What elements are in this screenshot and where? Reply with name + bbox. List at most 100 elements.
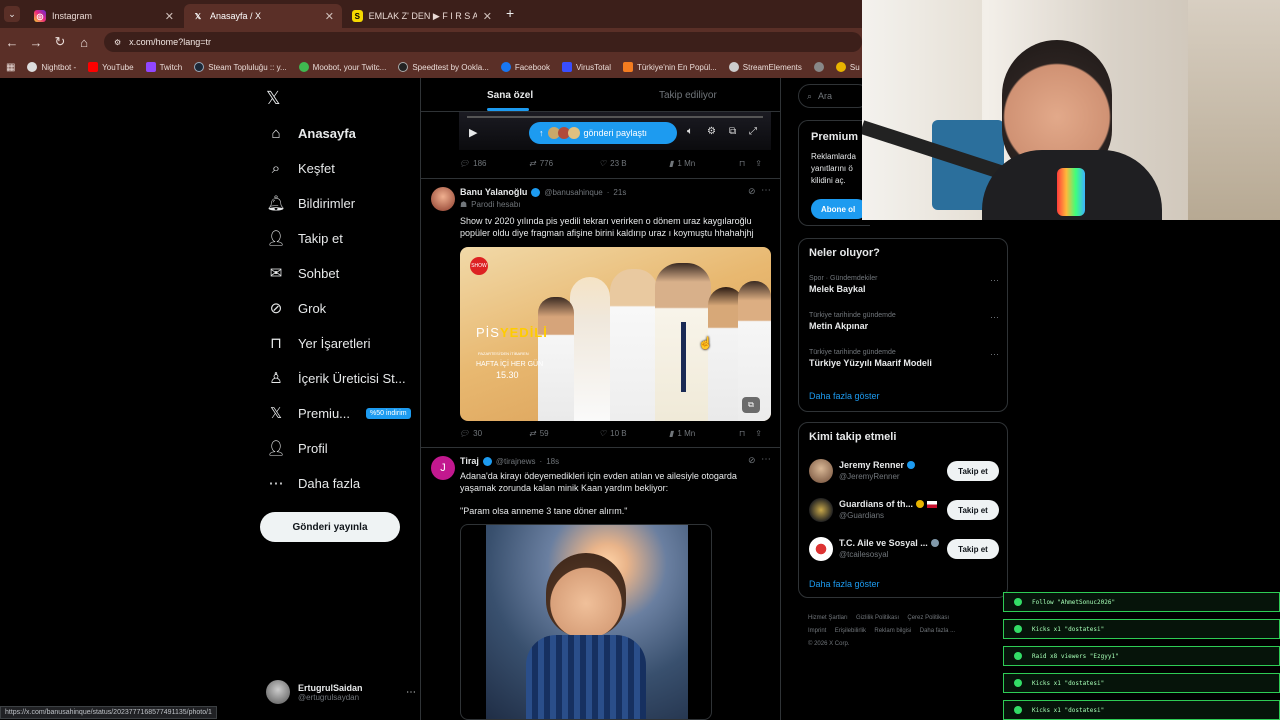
follow-button[interactable]: Takip et	[947, 500, 999, 520]
footer-link[interactable]: Daha fazla ...	[920, 628, 955, 634]
new-tab-button[interactable]: +	[506, 5, 514, 21]
share-icon[interactable]: ⇪	[755, 159, 762, 168]
suggestion-item[interactable]: T.C. Aile ve Sosyal ... @tcailesosyal Ta…	[809, 537, 999, 563]
back-icon[interactable]: ←	[0, 35, 24, 50]
site-info-icon[interactable]: ⚙	[114, 38, 121, 47]
grok-icon[interactable]: ⊘	[748, 186, 756, 197]
sidebar-item-follow[interactable]: 👤︎ Takip et	[266, 223, 342, 253]
like-button[interactable]: ♡ 23 B	[599, 159, 669, 168]
more-icon[interactable]: ⋯	[990, 349, 999, 360]
author-handle[interactable]: @banusahinque	[544, 188, 602, 197]
author-handle[interactable]: @tirajnews	[496, 457, 536, 466]
tab-emlak[interactable]: S EMLAK Z' DEN ▶ F I R S A T I ✕	[344, 4, 500, 28]
tab-for-you[interactable]: Sana özel	[487, 90, 533, 101]
sidebar-item-home[interactable]: ⌂ Anasayfa	[266, 118, 355, 148]
sidebar-item-grok[interactable]: ⊘ Grok	[266, 293, 326, 323]
bookmark-streamelements[interactable]: StreamElements	[728, 62, 802, 72]
bookmark-nightbot[interactable]: Nightbot -	[27, 62, 76, 72]
bookmark-turkiye[interactable]: Türkiye'nin En Popül...	[622, 62, 717, 72]
like-button[interactable]: ♡ 10 B	[599, 429, 669, 438]
footer-link[interactable]: Hizmet Şartları	[808, 615, 848, 621]
tweet-time[interactable]: 18s	[546, 457, 559, 466]
more-icon[interactable]: ⋯	[761, 185, 771, 196]
sidebar-item-notifications[interactable]: 🔔︎ Bildirimler	[266, 188, 355, 218]
tab-following[interactable]: Takip ediliyor	[659, 90, 717, 101]
views-button[interactable]: ▮ 1 Mn	[669, 429, 739, 438]
tweet-image[interactable]: SHOW PİSYEDİLİ PAZARTESİ'DEN İTİBAREN HA…	[460, 247, 771, 421]
new-posts-pill[interactable]: ↑ gönderi paylaştı	[529, 122, 677, 144]
bookmark-su[interactable]: Su	[835, 62, 860, 72]
bookmark-moobot[interactable]: Moobot, your Twitc...	[298, 62, 386, 72]
suggestion-item[interactable]: Jeremy Renner @JeremyRenner Takip et	[809, 459, 999, 485]
retweet-button[interactable]: ⇄ 776	[529, 159, 599, 168]
retweet-button[interactable]: ⇄ 59	[529, 429, 599, 438]
footer-link[interactable]: Imprint	[808, 628, 826, 634]
avatar[interactable]	[431, 187, 455, 211]
reply-button[interactable]: 💬︎ 30	[459, 429, 529, 438]
account-switcher[interactable]: ErtugrulSaidan @ertugrulsaydan ⋯	[266, 680, 416, 704]
sidebar-item-bookmarks[interactable]: ⊓ Yer İşaretleri	[266, 328, 370, 358]
reload-icon[interactable]: ↻	[48, 34, 72, 50]
tweet-video[interactable]	[460, 524, 712, 720]
home-icon[interactable]: ⌂	[72, 35, 96, 50]
image-edit-icon[interactable]: ⧉	[742, 397, 760, 413]
views-button[interactable]: ▮ 1 Mn	[669, 159, 739, 168]
follow-button[interactable]: Takip et	[947, 539, 999, 559]
author-name[interactable]: Tiraj	[460, 456, 479, 466]
show-more-link[interactable]: Daha fazla göster	[809, 579, 880, 589]
tweet-time[interactable]: 21s	[613, 188, 626, 197]
fullscreen-icon[interactable]: ⤢	[749, 126, 757, 137]
search-box[interactable]: ⌕ Ara	[798, 84, 870, 108]
share-icon[interactable]: ⇪	[755, 429, 762, 438]
more-icon[interactable]: ⋯	[990, 312, 999, 323]
bookmark-youtube[interactable]: YouTube	[88, 62, 134, 72]
x-logo-icon[interactable]: 𝕏	[266, 88, 281, 109]
pip-icon[interactable]: ⧉	[729, 126, 736, 137]
more-icon[interactable]: ⋯	[761, 454, 771, 465]
tab-x-home[interactable]: 𝕏 Anasayfa / X ✕	[184, 4, 342, 28]
play-icon[interactable]: ▶	[469, 126, 477, 139]
bookmark-globe[interactable]	[813, 62, 824, 72]
more-icon[interactable]: ⋯	[990, 275, 999, 286]
suggestion-item[interactable]: Guardians of th... @Guardians Takip et	[809, 498, 999, 524]
sidebar-item-more[interactable]: ⋯ Daha fazla	[266, 468, 361, 498]
settings-icon[interactable]: ⚙	[707, 126, 716, 137]
trend-item[interactable]: Türkiye tarihinde gündemde Metin Akpınar…	[809, 312, 999, 331]
video-progress-track[interactable]	[467, 116, 763, 118]
more-icon[interactable]: ⋯	[406, 687, 416, 698]
footer-link[interactable]: Reklam bilgisi	[874, 628, 911, 634]
avatar[interactable]: J	[431, 456, 455, 480]
close-icon[interactable]: ✕	[325, 10, 334, 23]
follow-button[interactable]: Takip et	[947, 461, 999, 481]
tab-instagram[interactable]: ◎ Instagram ✕	[26, 4, 182, 28]
reply-button[interactable]: 💬︎ 186	[459, 159, 529, 168]
bookmark-speedtest[interactable]: Speedtest by Ookla...	[398, 62, 489, 72]
bookmark-twitch[interactable]: Twitch	[145, 62, 182, 72]
bookmark-virustotal[interactable]: VirusTotal	[561, 62, 611, 72]
trend-item[interactable]: Spor · Gündemdekiler Melek Baykal ⋯	[809, 275, 999, 294]
bookmark-icon[interactable]: ⊓	[739, 429, 745, 438]
sidebar-item-explore[interactable]: ⌕ Keşfet	[266, 153, 335, 183]
bookmark-facebook[interactable]: Facebook	[500, 62, 550, 72]
sidebar-item-chat[interactable]: ✉ Sohbet	[266, 258, 340, 288]
sidebar-item-creator-studio[interactable]: ♙ İçerik Üreticisi St...	[266, 363, 405, 393]
show-more-link[interactable]: Daha fazla göster	[809, 391, 880, 401]
grok-icon[interactable]: ⊘	[748, 455, 756, 466]
address-bar[interactable]: ⚙ x.com/home?lang=tr	[104, 32, 862, 52]
footer-link[interactable]: Çerez Politikası	[907, 615, 949, 621]
post-button[interactable]: Gönderi yayınla	[260, 512, 400, 542]
volume-icon[interactable]: 🔈︎	[687, 126, 693, 137]
footer-link[interactable]: Gizlilik Politikası	[856, 615, 899, 621]
apps-icon[interactable]: ▦	[6, 62, 15, 73]
bookmark-steam[interactable]: Steam Topluluğu :: y...	[194, 62, 287, 72]
tab-search-button[interactable]: ⌄	[4, 6, 20, 22]
subscribe-button[interactable]: Abone ol	[811, 199, 867, 219]
author-name[interactable]: Banu Yalanoğlu	[460, 187, 527, 197]
sidebar-item-premium[interactable]: 𝕏 Premiu... %50 indirim	[266, 398, 411, 428]
close-icon[interactable]: ✕	[483, 10, 492, 23]
forward-icon[interactable]: →	[24, 35, 48, 50]
close-icon[interactable]: ✕	[165, 10, 174, 23]
footer-link[interactable]: Erişilebilirlik	[835, 628, 866, 634]
sidebar-item-profile[interactable]: 👤︎ Profil	[266, 433, 327, 463]
trend-item[interactable]: Türkiye tarihinde gündemde Türkiye Yüzyı…	[809, 349, 999, 368]
